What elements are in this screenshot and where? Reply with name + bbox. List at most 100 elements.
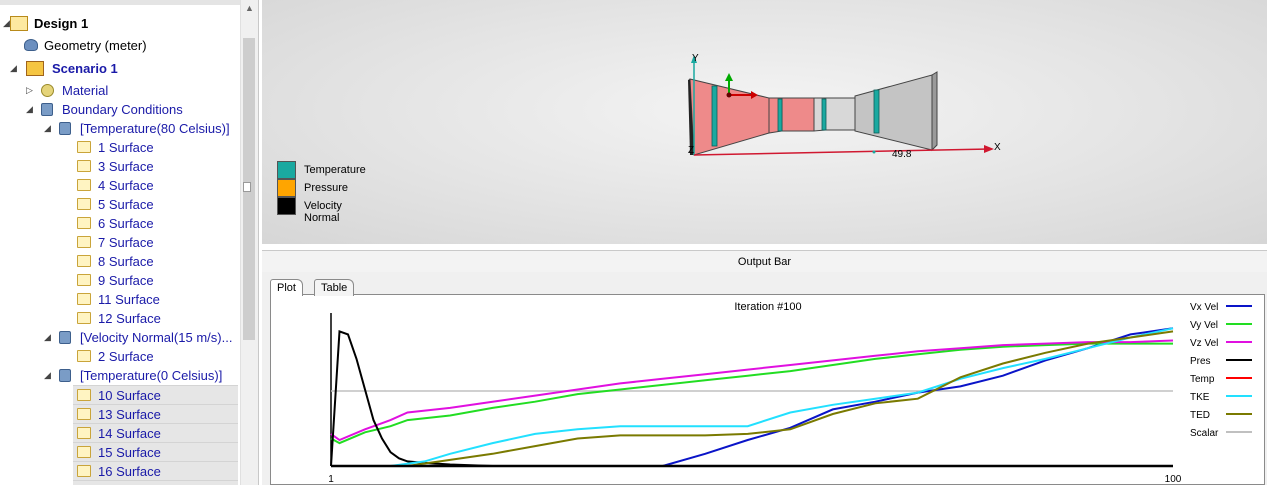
tree-item-surface[interactable]: 7 Surface	[0, 233, 240, 252]
tree-item-label: 15 Surface	[98, 445, 161, 460]
legend-label: Temperature	[304, 164, 366, 176]
tree-item-surface[interactable]: 2 Surface	[0, 347, 240, 366]
surface-icon	[77, 160, 91, 172]
tree-item-surface-selected[interactable]: 14 Surface	[73, 423, 238, 442]
surface-icon	[77, 274, 91, 286]
tree-item-surface[interactable]: 3 Surface	[0, 157, 240, 176]
convergence-chart: Iteration #100 1 100 Vx Vel Vy Vel Vz Vel Pres…	[328, 301, 1252, 484]
tab-plot[interactable]: Plot	[270, 279, 303, 296]
expand-icon[interactable]: ▷	[25, 81, 34, 100]
temperature-bc-band	[711, 85, 718, 147]
design-folder-icon	[10, 16, 28, 31]
tab-table[interactable]: Table	[314, 279, 355, 296]
tree-item-surface[interactable]: 12 Surface	[0, 309, 240, 328]
surface-icon	[77, 255, 91, 267]
tree-item-label: Scenario 1	[52, 61, 118, 76]
tree-header-strip	[0, 0, 240, 5]
tree-item-surface[interactable]: 5 Surface	[0, 195, 240, 214]
collapse-icon[interactable]: ◢	[43, 328, 52, 347]
surface-icon	[77, 408, 91, 420]
tree-item-label: [Temperature(0 Celsius)]	[80, 368, 223, 383]
tree-item-surface[interactable]: 4 Surface	[0, 176, 240, 195]
tree-item-surface[interactable]: 6 Surface	[0, 214, 240, 233]
boundary-conditions-icon	[41, 103, 53, 116]
temperature-bc-band	[777, 98, 783, 132]
tree-item-bc-group[interactable]: ◢ [Temperature(80 Celsius)]	[0, 119, 240, 138]
tree-item-label: 7 Surface	[98, 235, 154, 250]
tree-item-label: 16 Surface	[98, 464, 161, 479]
tree-item-label: Geometry (meter)	[44, 38, 147, 53]
legend-label: Pressure	[304, 182, 349, 194]
tree-item-label: 11 Surface	[98, 292, 160, 307]
tree-item-surface-selected[interactable]: 13 Surface	[73, 404, 238, 423]
surface-icon	[77, 389, 91, 401]
boundary-condition-icon	[59, 331, 71, 344]
tree-scrollbar[interactable]: ▲	[240, 0, 258, 485]
tree-item-label: 1 Surface	[98, 140, 154, 155]
scrollbar-grip[interactable]	[243, 182, 251, 192]
tree-item-label: [Temperature(80 Celsius)]	[80, 121, 230, 136]
legend-swatch	[277, 179, 296, 197]
tree-item-bc-group[interactable]: ◢ [Velocity Normal(15 m/s)...	[0, 328, 240, 347]
outlet-face[interactable]	[931, 71, 938, 152]
tree-item-scenario[interactable]: ◢ Scenario 1	[0, 59, 240, 78]
legend-label: Pres	[1190, 356, 1211, 367]
legend-swatch	[277, 161, 296, 179]
series-line-tke	[331, 327, 1174, 467]
collapse-icon[interactable]: ◢	[25, 100, 34, 119]
tree-item-label: 6 Surface	[98, 216, 154, 231]
x-axis-arrow-icon	[984, 145, 994, 153]
y-axis-label: Y	[692, 53, 699, 64]
scenario-icon	[26, 61, 44, 76]
tree-item-boundary-conditions[interactable]: ◢ Boundary Conditions	[0, 100, 240, 119]
temperature-bc-band	[873, 89, 880, 134]
output-bar-title[interactable]: Output Bar	[262, 250, 1267, 274]
temperature-bc-band	[821, 98, 827, 131]
tree-item-surface[interactable]: 11 Surface	[0, 290, 240, 309]
surface-icon	[77, 179, 91, 191]
tree-item-label: 3 Surface	[98, 159, 154, 174]
boundary-condition-icon	[59, 122, 71, 135]
tree-item-surface-selected[interactable]	[73, 480, 238, 485]
model-viewport[interactable]: Y X Z 49.8 Temperature Pressure Velocity…	[262, 0, 1267, 244]
tree-item-surface-selected[interactable]: 10 Surface	[73, 385, 238, 404]
outlet-diffuser-section[interactable]	[854, 74, 933, 151]
x-axis-label: X	[994, 142, 1001, 153]
surface-icon	[77, 427, 91, 439]
tree-item-label: 2 Surface	[98, 349, 154, 364]
surface-icon	[77, 350, 91, 362]
throat-section-2[interactable]	[781, 97, 815, 132]
collapse-icon[interactable]: ◢	[9, 59, 18, 78]
model-drawing[interactable]: Y X Z 49.8	[262, 0, 1267, 244]
tree-item-surface-selected[interactable]: 16 Surface	[73, 461, 238, 480]
series-line-ted	[331, 330, 1174, 467]
tree-item-material[interactable]: ▷ Material	[0, 81, 240, 100]
tree-item-label: Boundary Conditions	[62, 102, 183, 117]
tree-item-geometry[interactable]: Geometry (meter)	[0, 36, 240, 55]
tree-item-surface[interactable]: 1 Surface	[0, 138, 240, 157]
tree-item-label: 14 Surface	[98, 426, 161, 441]
legend-label: Temp	[1190, 374, 1215, 385]
tree-item-surface[interactable]: 8 Surface	[0, 252, 240, 271]
output-area: Iteration #100 1 100 Vx Vel Vy Vel Vz Vel Pres…	[262, 272, 1267, 485]
legend-label: Velocity Normal	[304, 200, 342, 224]
tree-item-label: 4 Surface	[98, 178, 154, 193]
surface-icon	[77, 236, 91, 248]
surface-icon	[77, 465, 91, 477]
collapse-icon[interactable]: ◢	[43, 366, 52, 385]
dimension-marker	[872, 150, 876, 154]
boundary-condition-icon	[59, 369, 71, 382]
tree-item-bc-group[interactable]: ◢ [Temperature(0 Celsius)]	[0, 366, 240, 385]
throat-section-4[interactable]	[824, 97, 856, 131]
tree-item-label: 8 Surface	[98, 254, 154, 269]
surface-icon	[77, 217, 91, 229]
scroll-up-arrow-icon[interactable]: ▲	[241, 0, 258, 17]
legend-label: Vz Vel	[1190, 338, 1218, 349]
plot-frame: Iteration #100 1 100 Vx Vel Vy Vel Vz Vel Pres…	[270, 294, 1265, 485]
legend-label: TED	[1190, 410, 1210, 421]
tree-item-design[interactable]: ◢ Design 1	[0, 14, 240, 33]
local-y-arrow-head-icon	[725, 73, 733, 81]
collapse-icon[interactable]: ◢	[43, 119, 52, 138]
tree-item-surface-selected[interactable]: 15 Surface	[73, 442, 238, 461]
tree-item-surface[interactable]: 9 Surface	[0, 271, 240, 290]
